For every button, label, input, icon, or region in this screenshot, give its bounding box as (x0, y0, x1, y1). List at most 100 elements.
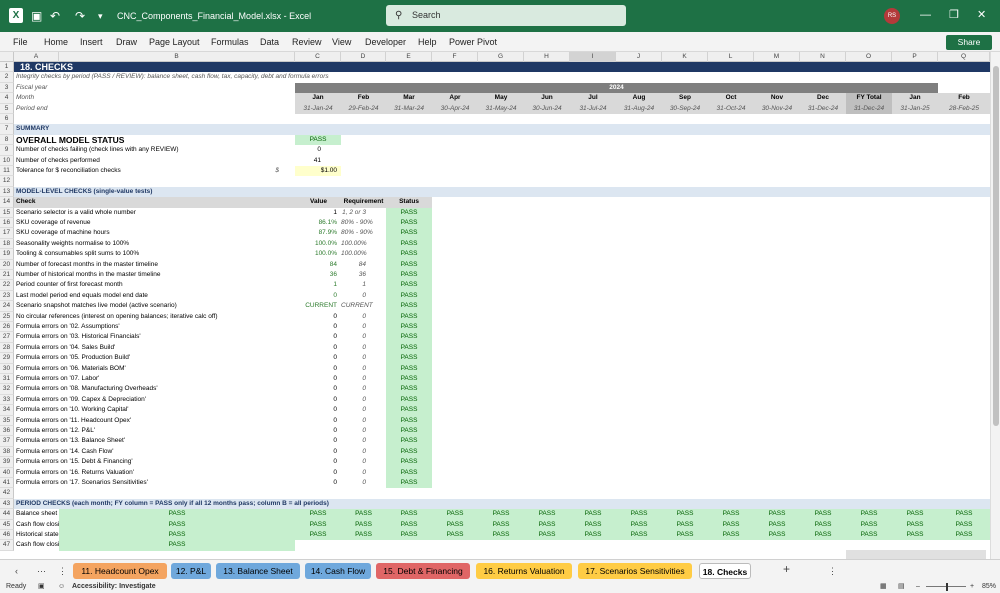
row-number[interactable]: 14 (0, 197, 14, 208)
zoom-slider-thumb[interactable] (946, 583, 948, 591)
row-number[interactable]: 6 (0, 114, 14, 125)
row-number[interactable]: 12 (0, 176, 14, 187)
sheet-tab-13-balance-sheet[interactable]: 13. Balance Sheet (216, 563, 300, 579)
avatar[interactable]: RS (884, 8, 900, 24)
row-number[interactable]: 38 (0, 446, 14, 458)
row-number[interactable]: 35 (0, 415, 14, 426)
row-number[interactable]: 36 (0, 426, 14, 437)
row-number[interactable]: 8 (0, 134, 14, 146)
column-header-e[interactable]: E (386, 52, 432, 62)
row-number[interactable]: 22 (0, 280, 14, 291)
menu-help[interactable]: Help (418, 37, 437, 48)
menu-draw[interactable]: Draw (116, 37, 137, 48)
row-number[interactable]: 39 (0, 457, 14, 468)
menu-insert[interactable]: Insert (80, 37, 103, 48)
redo-icon[interactable]: ↷ (75, 9, 85, 23)
row-number[interactable]: 16 (0, 218, 14, 229)
row-number[interactable]: 46 (0, 530, 14, 541)
macro-recorder-icon[interactable]: ▣ (38, 581, 45, 593)
row-number[interactable]: 13 (0, 186, 14, 198)
view-normal-icon[interactable]: ▦ (880, 581, 887, 593)
row-number[interactable]: 21 (0, 270, 14, 281)
minimize-icon[interactable]: — (920, 8, 931, 22)
column-header-b[interactable]: B (59, 52, 295, 62)
vertical-scrollbar[interactable] (990, 52, 1000, 559)
add-sheet-icon[interactable]: + (783, 562, 790, 576)
column-header-c[interactable]: C (295, 52, 341, 62)
row-number[interactable]: 40 (0, 467, 14, 478)
row-number[interactable]: 7 (0, 124, 14, 135)
row-number[interactable]: 47 (0, 540, 14, 551)
menu-formulas[interactable]: Formulas (211, 37, 249, 48)
accessibility-status[interactable]: Accessibility: Investigate (72, 581, 156, 593)
menu-view[interactable]: View (332, 37, 351, 48)
column-header-a[interactable]: A (14, 52, 59, 62)
row-number[interactable]: 17 (0, 228, 14, 239)
row-number[interactable]: 19 (0, 249, 14, 260)
row-number[interactable]: 20 (0, 259, 14, 270)
view-layout-icon[interactable]: ▤ (898, 581, 905, 593)
row-number[interactable]: 29 (0, 353, 14, 364)
row-number[interactable]: 11 (0, 166, 14, 177)
column-header-q[interactable]: Q (938, 52, 990, 62)
zoom-in-icon[interactable]: + (970, 581, 974, 593)
sheet-tab-14-cash-flow[interactable]: 14. Cash Flow (305, 563, 371, 579)
sheet-tab-12-p-l[interactable]: 12. P&L (171, 563, 211, 579)
row-number[interactable]: 44 (0, 509, 14, 520)
row-number[interactable]: 15 (0, 207, 14, 218)
row-number[interactable]: 30 (0, 363, 14, 374)
search-input[interactable]: ⚲ Search (386, 5, 626, 26)
row-number[interactable]: 28 (0, 342, 14, 354)
autosave-icon[interactable]: ▣ (31, 9, 42, 23)
column-header-g[interactable]: G (478, 52, 524, 62)
column-header-m[interactable]: M (754, 52, 800, 62)
tab-options-icon[interactable]: ⋮ (828, 564, 837, 578)
row-number[interactable]: 23 (0, 290, 14, 302)
sheet-tab-17-scenarios-sensitivities[interactable]: 17. Scenarios Sensitivities (578, 563, 692, 579)
close-icon[interactable]: ✕ (977, 8, 986, 22)
accessibility-icon[interactable]: ☺ (58, 581, 65, 593)
menu-review[interactable]: Review (292, 37, 322, 48)
undo-icon[interactable]: ↶ (50, 9, 60, 23)
sheet-tab-15-debt-financing[interactable]: 15. Debt & Financing (376, 563, 470, 579)
row-number[interactable]: 1 (0, 62, 14, 73)
column-header-j[interactable]: J (616, 52, 662, 62)
row-number[interactable]: 42 (0, 488, 14, 499)
column-header-d[interactable]: D (341, 52, 386, 62)
column-header-o[interactable]: O (846, 52, 892, 62)
zoom-out-icon[interactable]: – (916, 581, 920, 593)
row-number[interactable]: 24 (0, 301, 14, 312)
menu-home[interactable]: Home (44, 37, 68, 48)
column-header-p[interactable]: P (892, 52, 938, 62)
row-number[interactable]: 27 (0, 332, 14, 343)
row-number[interactable]: 45 (0, 519, 14, 530)
sheet-tab-18-checks[interactable]: 18. Checks (699, 563, 751, 579)
row-number[interactable]: 2 (0, 72, 14, 83)
column-header-n[interactable]: N (800, 52, 846, 62)
select-all-corner[interactable] (0, 52, 14, 62)
row-number[interactable]: 25 (0, 311, 14, 322)
row-number[interactable]: 3 (0, 82, 14, 94)
zoom-level[interactable]: 85% (982, 581, 996, 593)
menu-page-layout[interactable]: Page Layout (149, 37, 200, 48)
row-number[interactable]: 5 (0, 103, 14, 114)
column-header-i[interactable]: I (570, 52, 616, 62)
menu-file[interactable]: File (13, 37, 28, 48)
column-header-h[interactable]: H (524, 52, 570, 62)
vertical-scroll-thumb[interactable] (993, 66, 999, 426)
row-number[interactable]: 32 (0, 384, 14, 395)
row-number[interactable]: 26 (0, 322, 14, 333)
row-number[interactable]: 9 (0, 145, 14, 156)
row-number[interactable]: 41 (0, 478, 14, 489)
restore-icon[interactable]: ❐ (949, 8, 959, 22)
sheet-tab-11-headcount-opex[interactable]: 11. Headcount Opex (73, 563, 167, 579)
menu-power-pivot[interactable]: Power Pivot (449, 37, 497, 48)
prev-sheet-icon[interactable]: ‹ (15, 564, 18, 578)
row-number[interactable]: 4 (0, 93, 14, 104)
menu-data[interactable]: Data (260, 37, 279, 48)
row-number[interactable]: 18 (0, 238, 14, 250)
menu-developer[interactable]: Developer (365, 37, 406, 48)
share-button[interactable]: Share (946, 35, 992, 50)
row-number[interactable]: 33 (0, 394, 14, 406)
tab-list-icon[interactable]: ⋮ (58, 564, 67, 578)
